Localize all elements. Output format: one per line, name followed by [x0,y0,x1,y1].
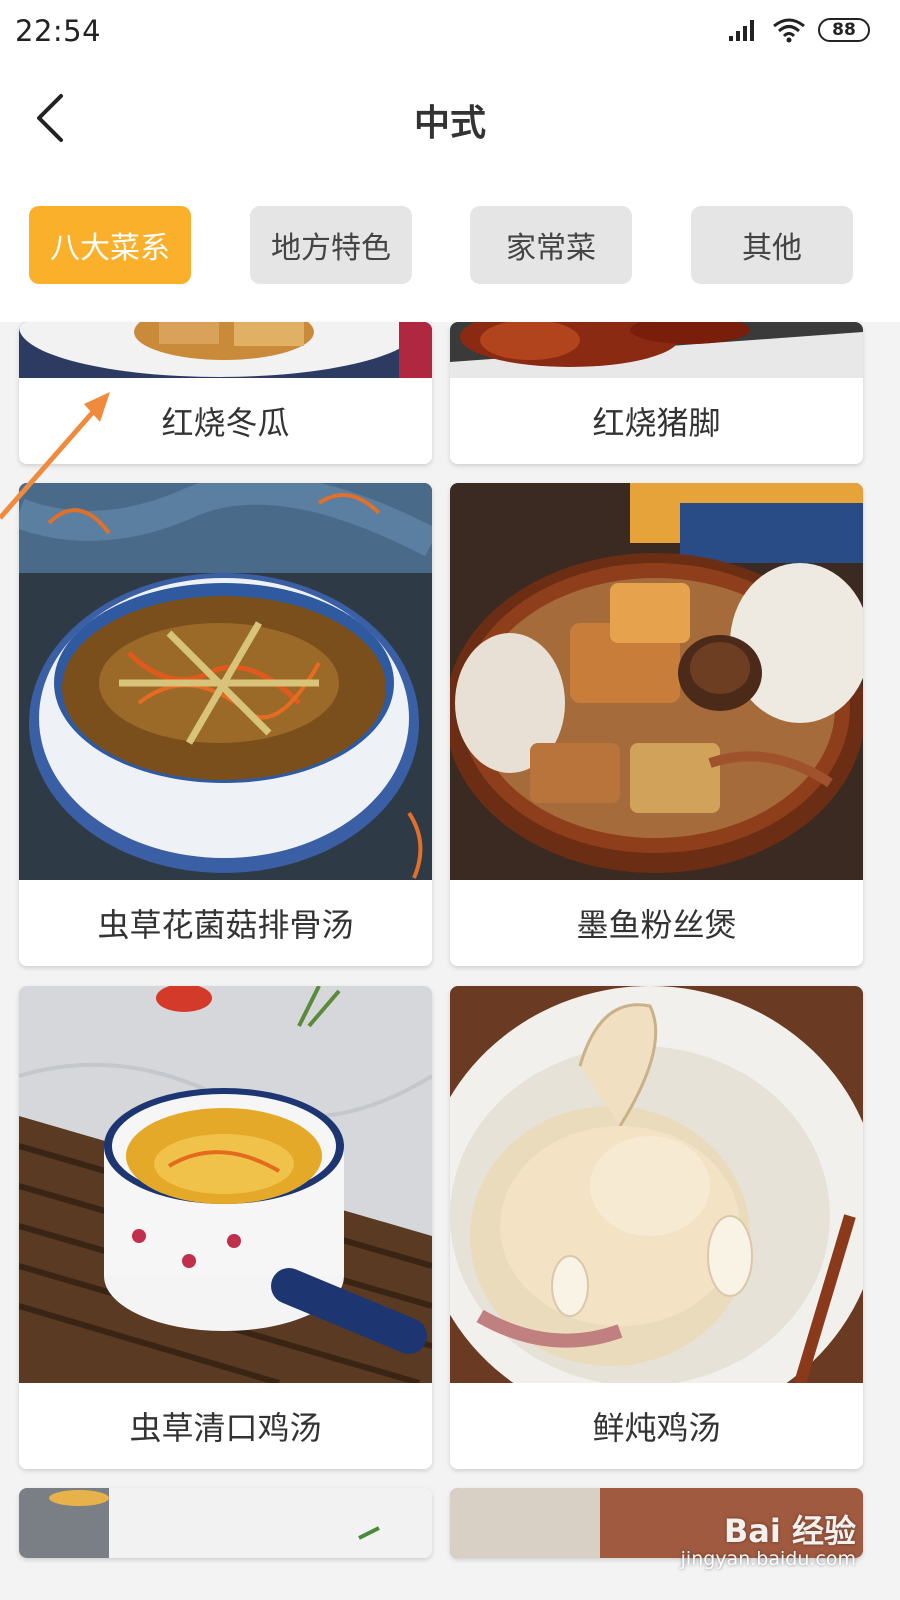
dish-photo [450,322,863,378]
dish-card[interactable]: 红烧猪脚 [450,322,863,464]
dish-card[interactable]: 虫草清口鸡汤 [19,986,432,1469]
dish-card[interactable] [19,1488,432,1558]
dish-photo [450,986,863,1383]
category-tabs: 八大菜系 地方特色 家常菜 其他 [0,180,900,322]
dish-photo [450,483,863,880]
dish-card[interactable]: 鲜炖鸡汤 [450,986,863,1469]
page-title: 中式 [413,103,486,144]
dish-name: 虫草花菌菇排骨汤 [19,880,432,966]
dish-photo [19,1488,432,1558]
dish-card[interactable]: 墨鱼粉丝煲 [450,483,863,966]
tab-eight-cuisines[interactable]: 八大菜系 [29,206,191,284]
wifi-icon [772,17,806,43]
dish-name: 虫草清口鸡汤 [19,1383,432,1469]
dish-photo [19,986,432,1383]
tab-others[interactable]: 其他 [691,206,853,284]
watermark-url: jingyan.baidu.com [680,1548,856,1570]
tab-home-cooking[interactable]: 家常菜 [470,206,632,284]
dish-name: 墨鱼粉丝煲 [450,880,863,966]
battery-icon: 88 [818,18,870,42]
watermark-brand: Bai 经验 [723,1512,856,1550]
status-icons: 88 [728,16,870,44]
status-bar: 22:54 88 [0,0,900,62]
dish-photo [19,322,432,378]
baidu-jingyan-watermark: Bai 经验 jingyan.baidu.com [656,1506,856,1578]
status-time: 22:54 [15,14,102,48]
signal-icon [728,18,760,42]
dish-card[interactable]: 虫草花菌菇排骨汤 [19,483,432,966]
dish-photo [19,483,432,880]
tab-local-specialties[interactable]: 地方特色 [250,206,412,284]
annotation-arrow-icon [0,392,110,520]
dish-name: 红烧猪脚 [450,378,863,464]
header: 中式 [0,62,900,180]
dish-name: 鲜炖鸡汤 [450,1383,863,1469]
